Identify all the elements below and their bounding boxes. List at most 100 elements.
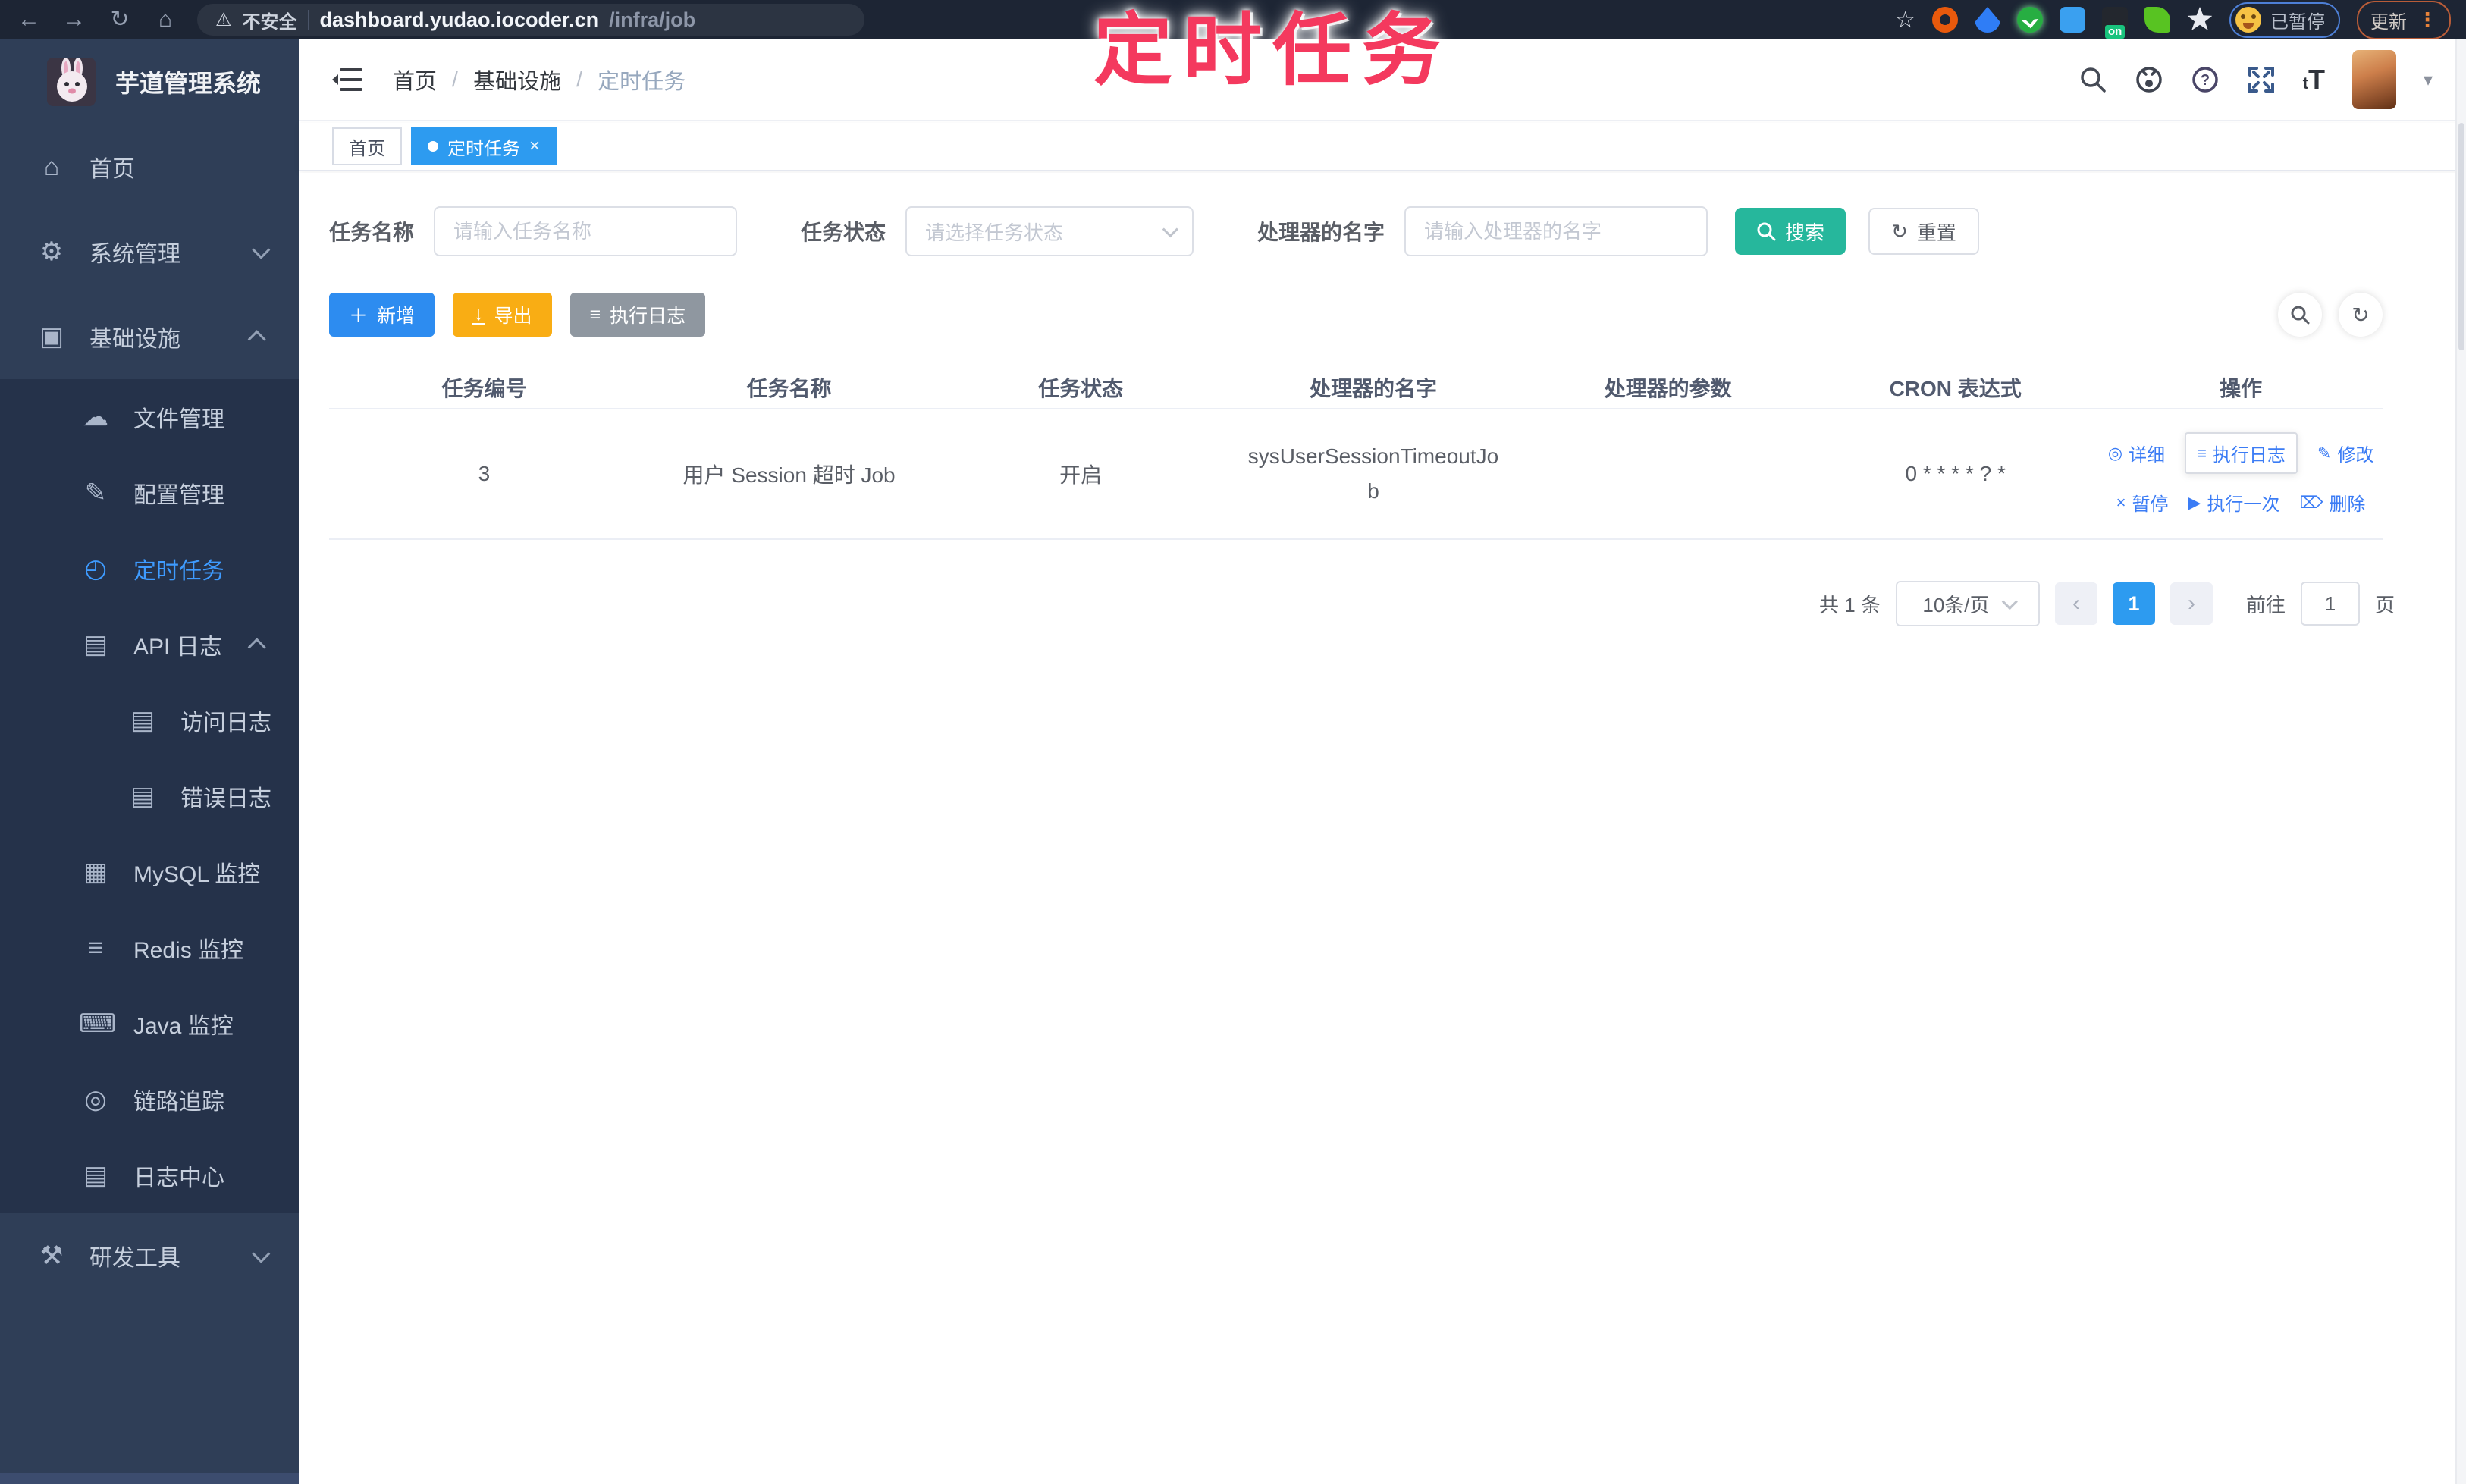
close-icon[interactable]: × [529,136,540,157]
extension-icon[interactable] [2144,7,2170,33]
toggle-search-button[interactable] [2278,293,2322,337]
bookmark-star-icon[interactable]: ☆ [1895,7,1915,33]
sidebar-item-tracing[interactable]: ◎ 链路追踪 [0,1062,299,1137]
font-size-icon[interactable]: tT [2303,64,2325,96]
user-avatar[interactable] [2351,50,2396,109]
keyboard-icon: ⌨ [79,1009,117,1038]
sidebar-item-label: 日志中心 [133,1166,224,1191]
sidebar-item-error-logs[interactable]: ▤ 错误日志 [0,758,299,834]
action-label: 执行一次 [2207,494,2280,515]
update-label: 更新 [2370,11,2407,33]
toolbox-icon: ⚒ [39,1241,64,1270]
reset-button-label: 重置 [1916,221,1956,244]
browser-menu-icon[interactable]: ⋮ [2417,8,2437,32]
search-button[interactable]: 搜索 [1735,208,1846,255]
delete-action[interactable]: ⌦ 删除 [2299,489,2365,516]
extension-icon[interactable] [1932,7,1958,33]
action-label: 暂停 [2132,494,2169,515]
app-logo-row[interactable]: 芋道管理系统 [0,39,299,124]
extension-icon[interactable] [2187,7,2213,30]
refresh-icon: ↻ [2351,303,2370,327]
extension-icon[interactable]: on [2102,7,2128,39]
pause-action[interactable]: × 暂停 [2116,489,2169,516]
help-icon[interactable]: ? [2191,65,2220,94]
list-icon: ≡ [589,303,601,325]
next-page-button[interactable]: › [2170,582,2213,625]
chevron-up-icon [247,329,266,348]
current-page-button[interactable]: 1 [2112,582,2155,625]
edit-action[interactable]: ✎ 修改 [2317,440,2373,466]
sidebar-fold-icon[interactable] [332,67,362,93]
scrollbar[interactable] [2455,39,2466,1484]
cell-task-id: 3 [478,462,491,485]
row-actions: ◎ 详细 ≡ 执行日志 ✎ 修改 × 暂停 ▶ 执行一次 ⌦ 删除 [2099,432,2383,516]
prev-page-button[interactable]: ‹ [2054,582,2097,625]
extension-check-icon[interactable] [2017,7,2043,33]
address-bar[interactable]: ⚠ 不安全 dashboard.yudao.iocoder.cn/infra/j… [197,4,864,36]
sidebar-item-mysql-monitor[interactable]: ▦ MySQL 监控 [0,834,299,910]
download-icon: ↓ [472,303,485,325]
chevron-down-icon [2001,593,2018,610]
sidebar-item-home[interactable]: ⌂ 首页 [0,124,299,209]
reload-icon[interactable]: ↻ [106,0,133,39]
sidebar-item-label: 研发工具 [89,1246,180,1271]
home-icon: ⌂ [43,152,60,181]
task-status-label: 任务状态 [801,221,886,244]
action-label: 修改 [2337,445,2374,466]
task-name-input[interactable] [434,206,738,256]
sidebar-item-infrastructure[interactable]: ▣ 基础设施 [0,294,299,379]
goto-page-input[interactable] [2300,582,2360,626]
sidebar-item-redis-monitor[interactable]: ≡ Redis 监控 [0,910,299,986]
sidebar-item-config-management[interactable]: ✎ 配置管理 [0,455,299,531]
scrollbar-thumb[interactable] [2458,123,2464,350]
sidebar-item-label: 链路追踪 [133,1090,224,1115]
app-logo-bunny [47,58,96,106]
breadcrumb-home[interactable]: 首页 [393,64,437,96]
breadcrumb-infrastructure[interactable]: 基础设施 [473,64,561,96]
run-once-action[interactable]: ▶ 执行一次 [2188,489,2280,516]
sidebar-item-log-center[interactable]: ▤ 日志中心 [0,1137,299,1213]
extension-icon[interactable] [2060,7,2085,33]
add-button[interactable]: ＋ 新增 [329,293,435,337]
fullscreen-icon[interactable] [2247,65,2276,94]
forward-icon[interactable]: → [61,0,88,39]
browser-update-button[interactable]: 更新 ⋮ [2357,0,2451,39]
task-status-select[interactable]: 请选择任务状态 [905,206,1194,256]
action-label: 删除 [2329,494,2366,515]
sidebar-item-api-logs[interactable]: ▤ API 日志 [0,607,299,682]
sidebar-item-label: 配置管理 [133,483,224,508]
reset-button[interactable]: ↻ 重置 [1868,208,1979,255]
sidebar-item-label: 访问日志 [180,711,271,736]
sidebar-item-java-monitor[interactable]: ⌨ Java 监控 [0,986,299,1062]
eye-icon: ◎ [2107,443,2123,463]
handler-name-label: 处理器的名字 [1257,221,1385,244]
url-path: /infra/job [609,8,696,31]
sidebar-item-file-management[interactable]: ☁ 文件管理 [0,379,299,455]
column-header: 处理器的名字 [1309,377,1437,400]
search-icon[interactable] [2079,65,2107,94]
sidebar-item-label: 首页 [89,157,135,182]
github-icon[interactable] [2135,65,2163,94]
sidebar-item-system-management[interactable]: ⚙ 系统管理 [0,209,299,294]
sidebar-item-dev-tools[interactable]: ⚒ 研发工具 [0,1213,299,1298]
tag-home[interactable]: 首页 [332,127,402,165]
home-icon[interactable]: ⌂ [152,0,179,39]
detail-action[interactable]: ◎ 详细 [2108,440,2165,466]
search-button-label: 搜索 [1785,221,1825,244]
breadcrumb-current: 定时任务 [598,70,686,94]
sidebar-item-access-logs[interactable]: ▤ 访问日志 [0,682,299,758]
execution-log-action[interactable]: ≡ 执行日志 [2185,432,2298,474]
execution-log-button[interactable]: ≡ 执行日志 [569,293,706,337]
profile-paused-badge[interactable]: 已暂停 [2229,2,2340,38]
user-menu-caret-icon[interactable]: ▾ [2424,69,2433,91]
breadcrumb-separator: / [452,67,459,92]
export-button[interactable]: ↓ 导出 [453,293,552,337]
handler-name-input[interactable] [1404,206,1708,256]
refresh-table-button[interactable]: ↻ [2339,293,2383,337]
page-size-select[interactable]: 10条/页 [1895,581,2040,626]
back-icon[interactable]: ← [15,0,42,39]
sidebar-item-scheduled-tasks[interactable]: ◴ 定时任务 [0,531,299,607]
tag-scheduled-tasks[interactable]: 定时任务 × [411,127,557,165]
extension-icon[interactable] [1975,7,2000,33]
main-content: 任务名称 任务状态 请选择任务状态 处理器的名字 搜索 ↻ 重置 [299,173,2455,1484]
